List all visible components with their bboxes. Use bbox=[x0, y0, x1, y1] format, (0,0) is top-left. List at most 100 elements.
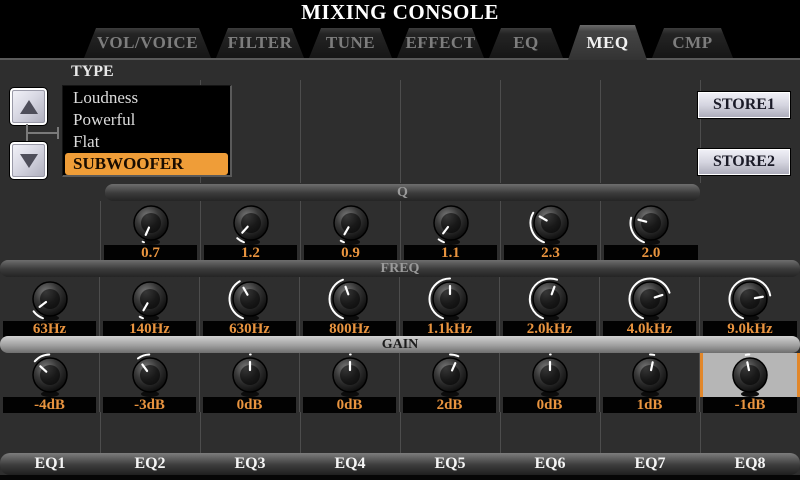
knob-icon bbox=[728, 277, 772, 321]
q-cell-3: 0.9 bbox=[301, 201, 401, 260]
freq-cell-2: 140Hz bbox=[100, 277, 200, 336]
eq-band-label-5: EQ5 bbox=[400, 453, 500, 475]
gain-knob-6[interactable] bbox=[500, 353, 599, 397]
freq-knob-7[interactable] bbox=[600, 277, 699, 321]
tab-label: MEQ bbox=[586, 33, 628, 53]
freq-knob-8[interactable] bbox=[700, 277, 800, 321]
gain-cell-6: 0dB bbox=[500, 353, 600, 412]
knob-icon bbox=[429, 201, 473, 245]
type-list-title: TYPE bbox=[71, 63, 114, 81]
type-option-loudness[interactable]: Loudness bbox=[65, 87, 228, 109]
title-bar: MIXING CONSOLE bbox=[0, 0, 800, 25]
q-cell-5: 2.3 bbox=[501, 201, 601, 260]
freq-cell-4: 800Hz bbox=[300, 277, 400, 336]
q-knob-5[interactable] bbox=[501, 201, 600, 245]
gain-cell-4: 0dB bbox=[300, 353, 400, 412]
column-divider bbox=[500, 412, 501, 453]
freq-value-4: 800Hz bbox=[303, 321, 396, 337]
eq-band-label-6: EQ6 bbox=[500, 453, 600, 475]
q-knob-2[interactable] bbox=[201, 201, 300, 245]
gain-knob-1[interactable] bbox=[0, 353, 99, 397]
eq-band-label-7: EQ7 bbox=[600, 453, 700, 475]
eq-band-label-3: EQ3 bbox=[200, 453, 300, 475]
gain-knob-2[interactable] bbox=[100, 353, 199, 397]
eq-band-label-bar: EQ1EQ2EQ3EQ4EQ5EQ6EQ7EQ8 bbox=[0, 453, 800, 475]
type-option-label: SUBWOOFER bbox=[73, 154, 184, 173]
gain-cell-7: 1dB bbox=[600, 353, 700, 412]
type-option-flat[interactable]: Flat bbox=[65, 131, 228, 153]
tab-cmp[interactable]: CMP bbox=[652, 28, 733, 58]
gain-knob-5[interactable] bbox=[400, 353, 499, 397]
q-knob-6[interactable] bbox=[601, 201, 701, 245]
gain-cell-8: -1dB bbox=[700, 353, 800, 412]
q-cell-4: 1.1 bbox=[401, 201, 501, 260]
store2-button[interactable]: STORE2 bbox=[697, 148, 791, 176]
freq-knob-6[interactable] bbox=[500, 277, 599, 321]
type-option-powerful[interactable]: Powerful bbox=[65, 109, 228, 131]
eq-band-label-4: EQ4 bbox=[300, 453, 400, 475]
type-option-subwoofer[interactable]: SUBWOOFER bbox=[65, 153, 228, 175]
knob-icon bbox=[728, 353, 772, 397]
knob-icon bbox=[428, 353, 472, 397]
freq-knob-4[interactable] bbox=[300, 277, 399, 321]
gain-value-4: 0dB bbox=[303, 397, 396, 413]
tab-effect[interactable]: EFFECT bbox=[397, 28, 484, 58]
bottom-edge bbox=[0, 475, 800, 480]
knob-icon bbox=[528, 277, 572, 321]
q-value-4: 1.1 bbox=[404, 245, 497, 261]
freq-knob-2[interactable] bbox=[100, 277, 199, 321]
gain-cell-2: -3dB bbox=[100, 353, 200, 412]
tab-vol-voice[interactable]: VOL/VOICE bbox=[84, 28, 211, 58]
q-knob-3[interactable] bbox=[301, 201, 400, 245]
eq-band-label-1: EQ1 bbox=[0, 453, 100, 475]
knob-icon bbox=[528, 353, 572, 397]
q-value-5: 2.3 bbox=[504, 245, 597, 261]
q-section-header: Q bbox=[105, 184, 700, 201]
type-down-button[interactable] bbox=[9, 141, 48, 180]
tab-label: TUNE bbox=[326, 33, 375, 53]
gain-knob-3[interactable] bbox=[200, 353, 299, 397]
q-knob-4[interactable] bbox=[401, 201, 500, 245]
tab-strip: VOL/VOICEFILTER TUNE EFFECTEQ MEQ CMP bbox=[84, 25, 733, 58]
type-up-button[interactable] bbox=[9, 87, 48, 126]
gain-section-header: GAIN bbox=[0, 336, 800, 353]
freq-knob-3[interactable] bbox=[200, 277, 299, 321]
freq-value-2: 140Hz bbox=[103, 321, 196, 337]
freq-cell-8: 9.0kHz bbox=[700, 277, 800, 336]
gain-value-8: -1dB bbox=[703, 397, 797, 413]
type-option-label: Flat bbox=[73, 132, 99, 151]
knob-icon bbox=[228, 353, 272, 397]
knob-icon bbox=[328, 353, 372, 397]
knob-icon bbox=[328, 277, 372, 321]
knob-icon bbox=[228, 277, 272, 321]
store1-button[interactable]: STORE1 bbox=[697, 91, 791, 119]
gain-knob-7[interactable] bbox=[600, 353, 699, 397]
freq-value-3: 630Hz bbox=[203, 321, 296, 337]
tab-meq[interactable]: MEQ bbox=[568, 25, 647, 60]
tab-filter[interactable]: FILTER bbox=[216, 28, 304, 58]
q-cell-2: 1.2 bbox=[201, 201, 301, 260]
knob-icon bbox=[128, 353, 172, 397]
gain-knob-8[interactable] bbox=[700, 353, 800, 397]
knob-icon bbox=[329, 201, 373, 245]
q-knob-1[interactable] bbox=[101, 201, 200, 245]
eq-band-label-8: EQ8 bbox=[700, 453, 800, 475]
q-value-3: 0.9 bbox=[304, 245, 397, 261]
freq-cell-3: 630Hz bbox=[200, 277, 300, 336]
freq-value-8: 9.0kHz bbox=[703, 321, 797, 337]
mixing-console-screen: MIXING CONSOLE VOL/VOICEFILTER TUNE EFFECT… bbox=[0, 0, 800, 480]
freq-cell-6: 2.0kHz bbox=[500, 277, 600, 336]
q-value-1: 0.7 bbox=[104, 245, 197, 261]
eq-band-label-2: EQ2 bbox=[100, 453, 200, 475]
q-cell-6: 2.0 bbox=[601, 201, 701, 260]
freq-value-5: 1.1kHz bbox=[403, 321, 496, 337]
tab-tune[interactable]: TUNE bbox=[309, 28, 392, 58]
tab-eq[interactable]: EQ bbox=[489, 28, 563, 58]
freq-knob-row: 63Hz140Hz630Hz800Hz1.1kHz2.0kHz4.0kHz9.0… bbox=[0, 277, 800, 336]
freq-knob-1[interactable] bbox=[0, 277, 99, 321]
gain-knob-4[interactable] bbox=[300, 353, 399, 397]
gain-cell-1: -4dB bbox=[0, 353, 100, 412]
type-option-label: Powerful bbox=[73, 110, 135, 129]
freq-knob-5[interactable] bbox=[400, 277, 499, 321]
freq-cell-1: 63Hz bbox=[0, 277, 100, 336]
